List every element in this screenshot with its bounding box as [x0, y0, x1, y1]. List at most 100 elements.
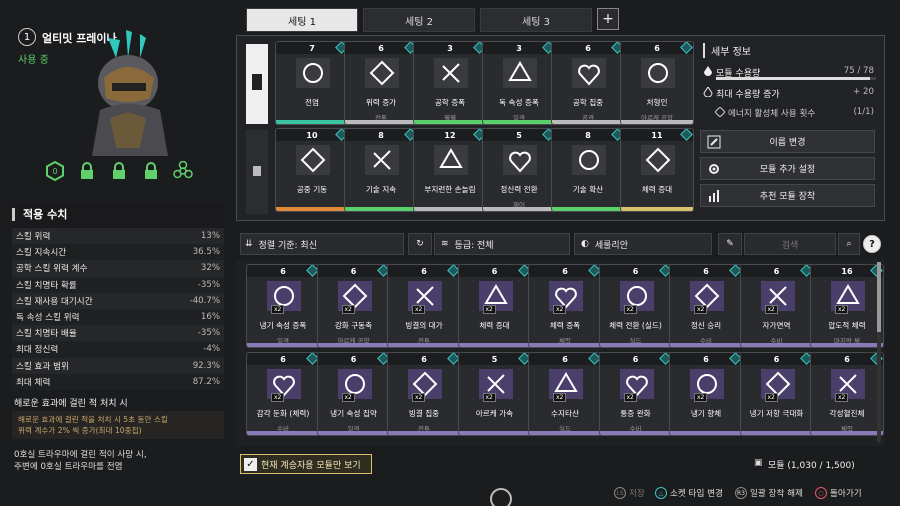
unequip-all-action[interactable]: R3 일괄 장착 해제	[735, 487, 803, 499]
stack-badge: x2	[482, 305, 496, 314]
rarity-bar	[811, 343, 883, 347]
module-card[interactable]: 6 x2 정신 승리 수비	[669, 264, 743, 348]
module-name: 정신 승리	[690, 321, 722, 330]
energy-icon	[714, 106, 726, 118]
module-card[interactable]: 6 x2 냉기 속성 증폭 일격	[246, 264, 320, 348]
socket-dropdown[interactable]: ◐ 세룰리안	[574, 233, 712, 255]
rarity-bar	[414, 120, 486, 124]
back-action[interactable]: ○ 돌아가기	[815, 487, 862, 499]
sort-dropdown[interactable]: ⇊ 정렬 기준: 최신	[240, 233, 404, 255]
biohazard-icon[interactable]	[172, 160, 194, 182]
rarity-bar	[317, 431, 390, 435]
module-card[interactable]: 8 기술 지속	[344, 128, 418, 212]
stat-row: 최대 체력 87.2%	[12, 373, 224, 390]
module-card[interactable]: 6 x2 수지타산 실드	[528, 352, 602, 436]
stack-badge: x2	[764, 393, 778, 402]
wrench-icon: ✎	[726, 239, 734, 249]
search-button[interactable]: ⌕	[838, 233, 860, 255]
stack-badge: x2	[412, 393, 426, 402]
module-card[interactable]: 6 x2 강화 구동축 아르케 공학	[316, 264, 391, 348]
module-icon	[503, 145, 537, 175]
module-icon	[572, 145, 606, 175]
help-button[interactable]: ?	[863, 235, 881, 253]
recommend-equip-button[interactable]: 추천 모듈 장착	[700, 184, 875, 207]
add-setting-button[interactable]: +	[597, 8, 619, 30]
scrollbar-thumb[interactable]	[877, 262, 881, 332]
module-name: 전염	[305, 98, 319, 107]
stack-badge: x2	[694, 305, 708, 314]
hexagon-slot-icon[interactable]: 0	[44, 160, 66, 182]
rarity-bar	[414, 207, 486, 211]
module-card[interactable]: 6 x2 빙결 집중 전투	[387, 352, 461, 436]
module-card[interactable]: 6 x2 통증 완화 수비	[598, 352, 673, 436]
stat-row: 스킬 치명타 배율 -35%	[12, 325, 224, 342]
module-name: 기술 지속	[365, 185, 397, 194]
module-card[interactable]: 5 정신력 전환 제어	[482, 128, 556, 212]
stack-badge: x2	[482, 393, 496, 402]
detail-title: 세부 정보	[703, 43, 751, 58]
module-card[interactable]: 6 x2 냉기 향체	[669, 352, 743, 436]
module-name: 기술 확산	[572, 185, 604, 194]
capacity-drop-icon	[703, 66, 713, 76]
module-card[interactable]: 6 처형인 아르케 공학	[620, 41, 694, 125]
module-card[interactable]: 16 x2 압도적 체력 마지막 체	[810, 264, 884, 348]
lock-icon	[76, 160, 98, 182]
sort-order-button[interactable]: ↻	[408, 233, 432, 255]
module-card[interactable]: 6 x2 냉기 속성 집약 일격	[316, 352, 391, 436]
module-card[interactable]: 6 x2 체력 전환 (실드) 실드	[598, 264, 673, 348]
tab-setting-3[interactable]: 세팅 3	[480, 8, 592, 32]
module-name: 냉기 향체	[690, 409, 722, 418]
module-card[interactable]: 6 위력 증가 전투	[344, 41, 418, 125]
module-card[interactable]: 6 x2 냉기 저항 극대화	[739, 352, 814, 436]
circle-button-icon: ○	[815, 487, 827, 499]
rename-button[interactable]: 이름 변경	[700, 130, 875, 153]
sort-icon: ⇊	[245, 239, 253, 249]
tab-setting-2[interactable]: 세팅 2	[363, 8, 475, 32]
module-card[interactable]: 8 기술 확산	[551, 128, 625, 212]
module-card[interactable]: 12 부지런한 손놀림	[413, 128, 487, 212]
module-card[interactable]: 6 x2 자가면역 수비	[739, 264, 814, 348]
module-icon	[641, 145, 675, 175]
stack-badge: x2	[271, 393, 285, 402]
module-icon	[365, 58, 399, 88]
socket-change-action[interactable]: △ 소켓 타입 변경	[655, 487, 723, 499]
filter-toggle-button[interactable]: ✎	[718, 233, 742, 255]
module-card[interactable]: 5 x2 아르케 가속	[457, 352, 532, 436]
module-card[interactable]: 6 x2 감각 둔화 (체력) 수비	[246, 352, 320, 436]
module-card[interactable]: 3 공학 증폭 웰웰	[413, 41, 487, 125]
checkmark-icon: ✓	[244, 457, 257, 471]
module-card[interactable]: 3독 속성 증폭 일격	[482, 41, 556, 125]
search-icon: ⌕	[846, 239, 852, 249]
tab-setting-1[interactable]: 세팅 1	[246, 8, 358, 32]
module-name: 자가면역	[762, 321, 791, 330]
row-marker	[246, 130, 268, 214]
save-action[interactable]: LS 저장	[614, 487, 645, 499]
module-name: 체력 증대	[641, 185, 673, 194]
rarity-bar	[740, 431, 813, 435]
stack-badge: x2	[623, 393, 637, 402]
module-card[interactable]: 6 x2 체력 증폭 체력	[528, 264, 602, 348]
module-card[interactable]: 6 x2 각성혈진체 체력	[810, 352, 884, 436]
module-card[interactable]: 6 x2 빙결의 대가 전투	[387, 264, 461, 348]
energy-label: 에너지 활성체 사용 횟수	[728, 109, 816, 119]
show-equippable-checkbox[interactable]: ✓ 현재 계승자용 모듈만 보기	[240, 454, 372, 474]
search-input[interactable]: 검색	[744, 233, 836, 255]
grade-dropdown[interactable]: ≋ 등급: 전체	[434, 233, 570, 255]
module-icon	[503, 58, 537, 88]
extra-settings-button[interactable]: 모듈 추가 설정	[700, 157, 875, 180]
rarity-bar	[670, 431, 742, 435]
max-capacity-value: + 20	[853, 87, 874, 97]
module-name: 체력 증폭	[549, 321, 581, 330]
module-card[interactable]: 10 공중 기동	[275, 128, 349, 212]
module-card[interactable]: 6 x2 체력 증대	[457, 264, 532, 348]
module-card[interactable]: 7 전염	[275, 41, 349, 125]
module-icon	[641, 58, 675, 88]
rarity-bar	[388, 343, 460, 347]
character-status: 사용 중	[18, 55, 49, 66]
stack-badge: x2	[412, 305, 426, 314]
rarity-bar	[458, 343, 531, 347]
stats-list: 스킬 위력 13% 스킬 지속시간 36.5% 공학 스킬 위력 계수 32% 스킬 …	[12, 228, 224, 390]
gear-icon	[707, 162, 721, 176]
module-card[interactable]: 11 체력 증대	[620, 128, 694, 212]
module-card[interactable]: 6 공학 집중 공격	[551, 41, 625, 125]
